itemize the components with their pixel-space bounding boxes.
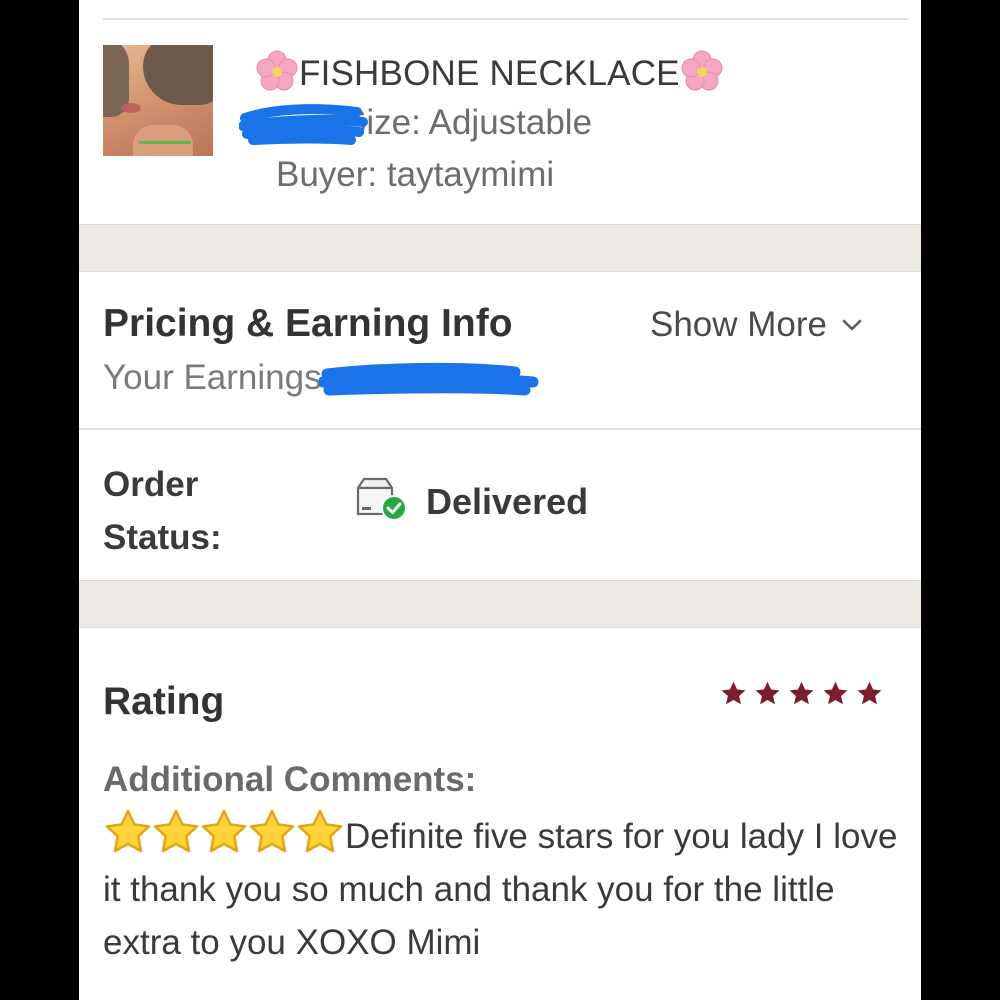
rating-section-title: Rating [103,680,225,723]
show-more-label: Show More [650,305,828,344]
divider [79,428,921,430]
chevron-down-icon [842,319,862,331]
star-icon [755,681,780,705]
section-separator [79,580,921,628]
star-icon [721,681,746,705]
star-emoji-icon [297,809,343,853]
item-title-text: FISHBONE NECKLACE [299,54,680,93]
redaction-scribble [319,362,539,396]
order-status-value: Delivered [426,481,589,522]
star-icon [823,681,848,705]
order-details-screen: FISHBONE NECKLACE Size: Adjustable Buyer… [79,0,921,1000]
star-emoji-icon [201,809,247,853]
cherry-blossom-icon [681,50,723,91]
item-thumbnail[interactable] [103,45,213,156]
additional-comments-title: Additional Comments: [103,760,477,799]
divider [103,18,909,20]
star-emoji-icon [105,809,151,853]
star-emoji-icon [153,809,199,853]
order-status-label: Order Status: [103,465,222,557]
star-emoji-row [103,808,343,856]
item-title[interactable]: FISHBONE NECKLACE [255,50,724,94]
earnings-label: Your Earnings [103,358,322,397]
rating-stars [720,680,883,707]
delivered-box-check-icon [356,477,407,521]
item-size: Size: Adjustable [343,103,593,142]
star-icon [857,681,882,705]
section-separator [79,224,921,272]
pricing-section-title: Pricing & Earning Info [103,302,513,345]
item-buyer: Buyer: taytaymimi [276,155,555,194]
comment-body: Definite five stars for you lady I love … [103,808,908,969]
redaction-scribble [239,104,368,145]
star-emoji-icon [249,809,295,853]
star-icon [789,681,814,705]
cherry-blossom-icon [256,50,298,91]
show-more-button[interactable]: Show More [650,305,863,345]
